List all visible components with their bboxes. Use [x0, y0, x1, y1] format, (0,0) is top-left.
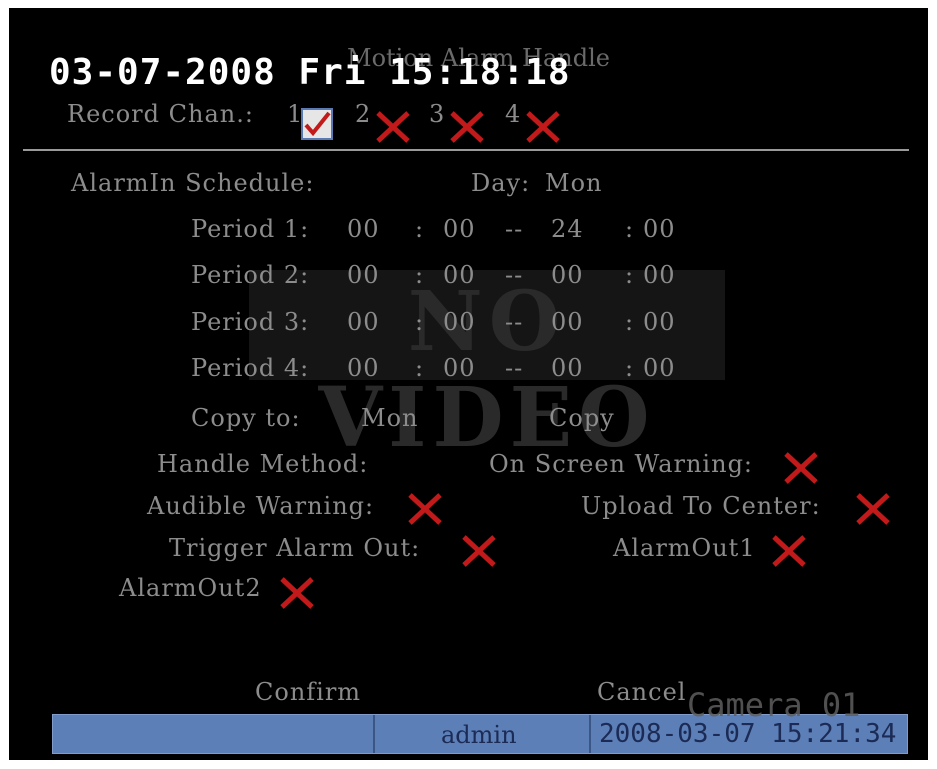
channel-4-label: 4 — [505, 100, 522, 128]
channel-2-unchecked-icon[interactable] — [375, 110, 411, 144]
period-2-end-minute[interactable]: 00 — [643, 261, 676, 289]
copy-to-select[interactable]: Mon — [361, 404, 418, 432]
channel-2-label: 2 — [355, 100, 372, 128]
upload-to-center-label: Upload To Center: — [581, 492, 821, 520]
time-dash: -- — [505, 215, 524, 243]
time-colon: : — [625, 215, 635, 243]
time-colon: : — [625, 354, 635, 382]
check-icon — [304, 111, 331, 137]
on-screen-warning-unchecked-icon[interactable] — [783, 451, 819, 485]
channel-3-unchecked-icon[interactable] — [449, 110, 485, 144]
trigger-alarm-out-unchecked-icon[interactable] — [461, 534, 497, 568]
day-select[interactable]: Mon — [545, 169, 602, 197]
period-3-start-hour[interactable]: 00 — [347, 308, 380, 336]
channel-4-unchecked-icon[interactable] — [525, 110, 561, 144]
cancel-button[interactable]: Cancel — [597, 678, 686, 706]
channel-3-label: 3 — [429, 100, 446, 128]
time-dash: -- — [505, 354, 524, 382]
audible-warning-label: Audible Warning: — [147, 492, 375, 520]
period-3-start-minute[interactable]: 00 — [443, 308, 476, 336]
copy-button[interactable]: Copy — [549, 404, 615, 432]
period-1-end-hour[interactable]: 24 — [551, 215, 584, 243]
time-colon: : — [415, 215, 425, 243]
period-4-end-minute[interactable]: 00 — [643, 354, 676, 382]
time-colon: : — [415, 354, 425, 382]
status-separator — [589, 715, 591, 753]
copy-to-label: Copy to: — [191, 404, 301, 432]
status-user: admin — [441, 721, 517, 749]
period-3-end-minute[interactable]: 00 — [643, 308, 676, 336]
period-2-end-hour[interactable]: 00 — [551, 261, 584, 289]
period-2-label: Period 2: — [191, 261, 310, 289]
time-dash: -- — [505, 308, 524, 336]
period-1-end-minute[interactable]: 00 — [643, 215, 676, 243]
upload-to-center-unchecked-icon[interactable] — [855, 492, 891, 526]
alarmout1-label: AlarmOut1 — [613, 534, 756, 562]
period-2-start-hour[interactable]: 00 — [347, 261, 380, 289]
time-dash: -- — [505, 261, 524, 289]
divider — [23, 149, 909, 151]
time-colon: : — [415, 261, 425, 289]
period-3-end-hour[interactable]: 00 — [551, 308, 584, 336]
osd-datetime: 03-07-2008 Fri 15:18:18 — [49, 52, 571, 93]
period-4-start-minute[interactable]: 00 — [443, 354, 476, 382]
day-label: Day: — [471, 169, 531, 197]
trigger-alarm-out-label: Trigger Alarm Out: — [169, 534, 421, 562]
time-colon: : — [625, 308, 635, 336]
alarmout2-unchecked-icon[interactable] — [279, 576, 315, 610]
channel-1-checkbox[interactable] — [301, 108, 333, 140]
on-screen-warning-label: On Screen Warning: — [489, 450, 754, 478]
time-colon: : — [415, 308, 425, 336]
alarmin-schedule-label: AlarmIn Schedule: — [71, 169, 315, 197]
dvr-screen: NO VIDEO Motion Alarm Handle 03-07-2008 … — [9, 8, 928, 760]
record-chan-label: Record Chan.: — [67, 100, 254, 128]
period-4-start-hour[interactable]: 00 — [347, 354, 380, 382]
period-1-start-minute[interactable]: 00 — [443, 215, 476, 243]
period-3-label: Period 3: — [191, 308, 310, 336]
camera-label: Camera 01 — [687, 686, 861, 724]
alarmout2-label: AlarmOut2 — [119, 574, 262, 602]
period-4-end-hour[interactable]: 00 — [551, 354, 584, 382]
status-separator — [373, 715, 375, 753]
period-1-label: Period 1: — [191, 215, 310, 243]
handle-method-label: Handle Method: — [157, 450, 369, 478]
time-colon: : — [625, 261, 635, 289]
period-4-label: Period 4: — [191, 354, 310, 382]
period-1-start-hour[interactable]: 00 — [347, 215, 380, 243]
alarmout1-unchecked-icon[interactable] — [771, 534, 807, 568]
period-2-start-minute[interactable]: 00 — [443, 261, 476, 289]
audible-warning-unchecked-icon[interactable] — [407, 492, 443, 526]
confirm-button[interactable]: Confirm — [255, 678, 361, 706]
